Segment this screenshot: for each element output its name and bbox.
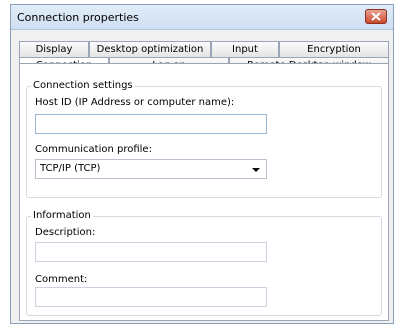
chevron-down-icon [252,168,260,172]
communication-profile-value: TCP/IP (TCP) [40,163,101,174]
communication-profile-label: Communication profile: [35,144,152,155]
window-title: Connection properties [17,11,139,24]
description-label: Description: [35,227,96,238]
information-group: Information Description: Comment: [26,210,382,316]
tab-label: Display [35,44,73,55]
comment-input[interactable] [35,287,267,307]
tab-display[interactable]: Display [19,41,89,57]
tab-label: Encryption [307,44,361,55]
host-id-label: Host ID (IP Address or computer name): [35,97,235,108]
comment-label: Comment: [35,274,88,285]
close-icon [371,12,381,21]
close-button[interactable] [365,9,387,24]
tab-row-back: Display Desktop optimization Input Encry… [19,41,389,57]
connection-settings-legend: Connection settings [31,80,135,91]
tab-label: Desktop optimization [96,44,204,55]
tab-input[interactable]: Input [211,41,279,57]
connection-settings-group: Connection settings Host ID (IP Address … [26,80,382,198]
tab-label: Input [232,44,258,55]
description-input[interactable] [35,242,267,262]
connection-properties-dialog: Connection properties Display Desktop op… [10,4,394,324]
communication-profile-select[interactable]: TCP/IP (TCP) [35,159,267,179]
host-id-input[interactable] [35,114,267,134]
tab-encryption[interactable]: Encryption [279,41,389,57]
information-legend: Information [31,210,93,221]
connection-tab-panel: Connection settings Host ID (IP Address … [19,63,389,321]
title-bar: Connection properties [11,5,393,30]
tab-desktop-optimization[interactable]: Desktop optimization [89,41,211,57]
